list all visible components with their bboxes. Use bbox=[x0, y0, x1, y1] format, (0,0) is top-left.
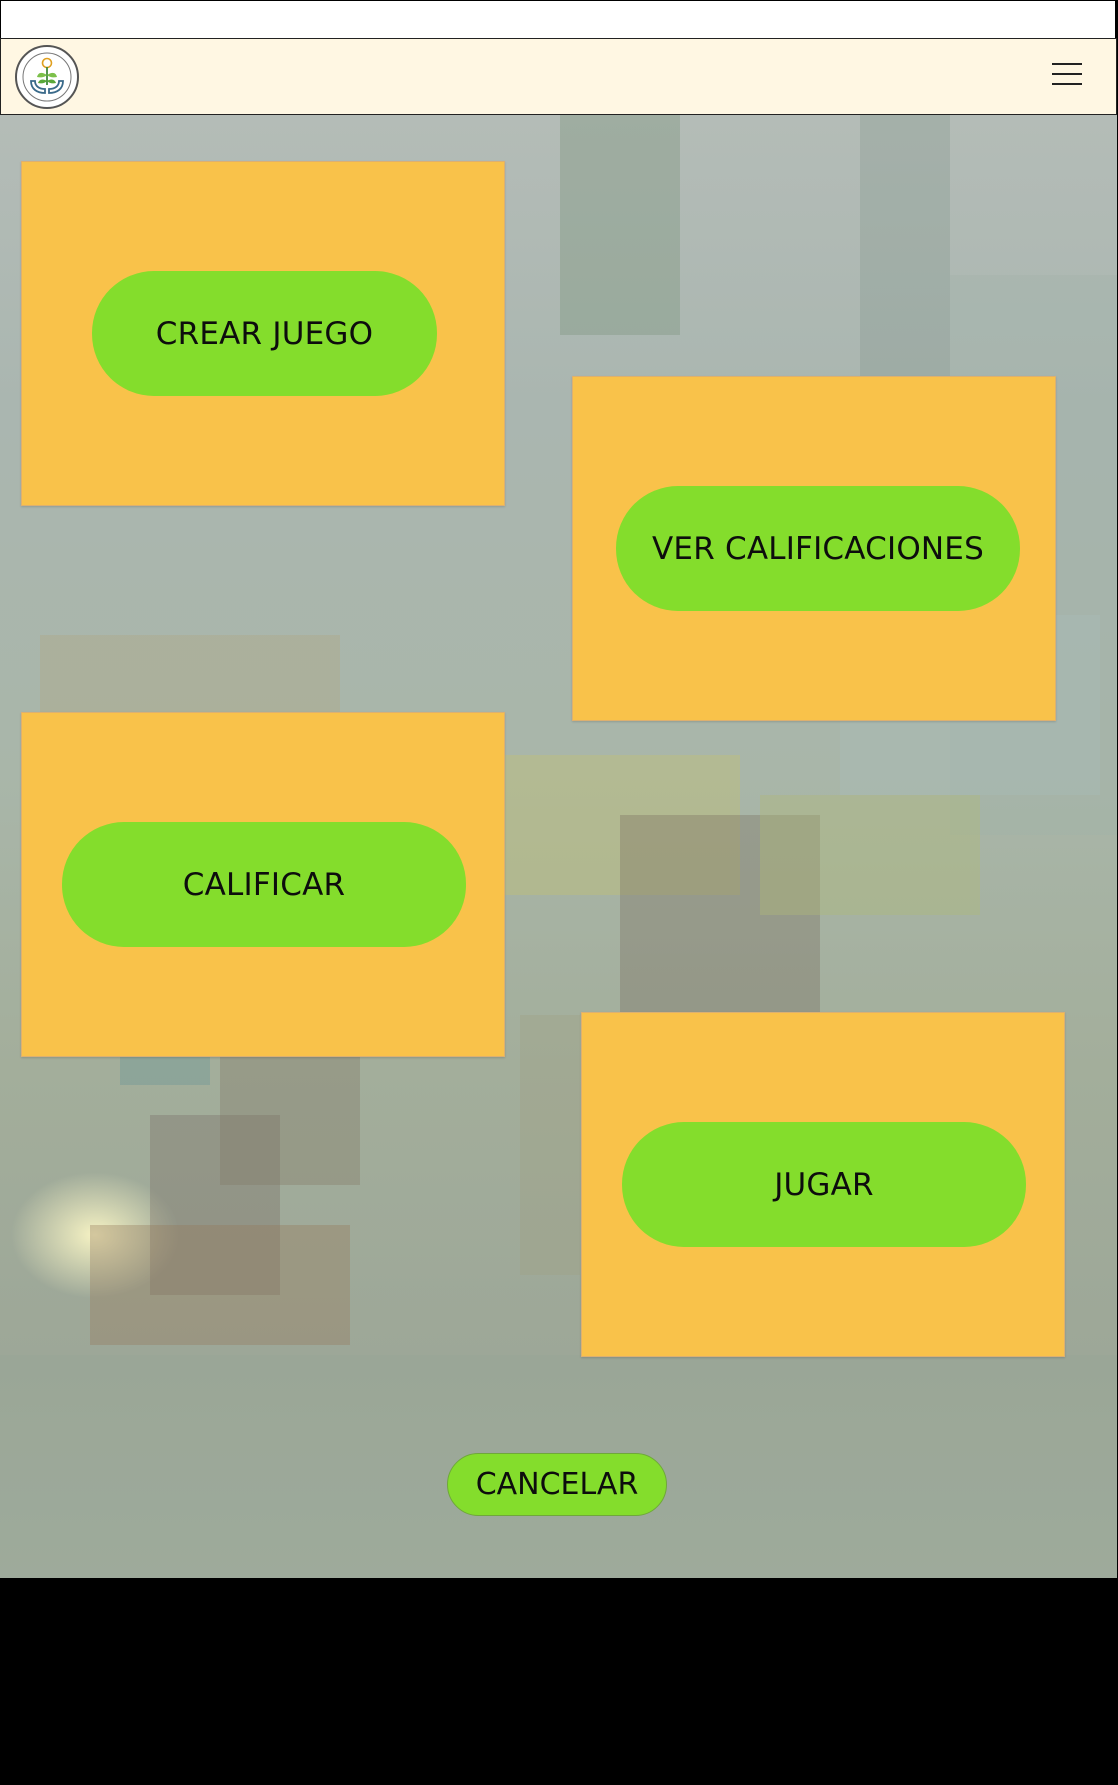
navbar bbox=[0, 38, 1117, 115]
crear-juego-button[interactable]: CREAR JUEGO bbox=[92, 271, 437, 396]
menu-bar bbox=[1052, 63, 1082, 65]
jugar-button[interactable]: JUGAR bbox=[622, 1122, 1026, 1247]
bg-block bbox=[560, 115, 680, 335]
cancel-button[interactable]: CANCELAR bbox=[447, 1453, 667, 1516]
menu-bar bbox=[1052, 73, 1082, 75]
ver-calificaciones-button[interactable]: VER CALIFICACIONES bbox=[616, 486, 1020, 611]
calificar-button[interactable]: CALIFICAR bbox=[62, 822, 466, 947]
footer bbox=[0, 1578, 1118, 1785]
bg-block bbox=[220, 1045, 360, 1185]
hamburger-menu-icon[interactable] bbox=[1052, 63, 1082, 87]
logo[interactable] bbox=[15, 45, 79, 109]
background-scene: CREAR JUEGO VER CALIFICACIONES CALIFICAR… bbox=[0, 115, 1117, 1578]
menu-bar bbox=[1052, 83, 1082, 85]
bg-block bbox=[90, 1225, 350, 1345]
jugar-panel: JUGAR bbox=[581, 1012, 1065, 1357]
top-strip bbox=[0, 0, 1116, 38]
ver-calificaciones-panel: VER CALIFICACIONES bbox=[572, 376, 1056, 721]
hands-plant-logo-icon bbox=[22, 52, 72, 102]
crear-juego-panel: CREAR JUEGO bbox=[21, 161, 505, 506]
bg-block bbox=[860, 115, 950, 415]
bg-block bbox=[520, 1015, 580, 1275]
bg-block bbox=[760, 795, 980, 915]
calificar-panel: CALIFICAR bbox=[21, 712, 505, 1057]
